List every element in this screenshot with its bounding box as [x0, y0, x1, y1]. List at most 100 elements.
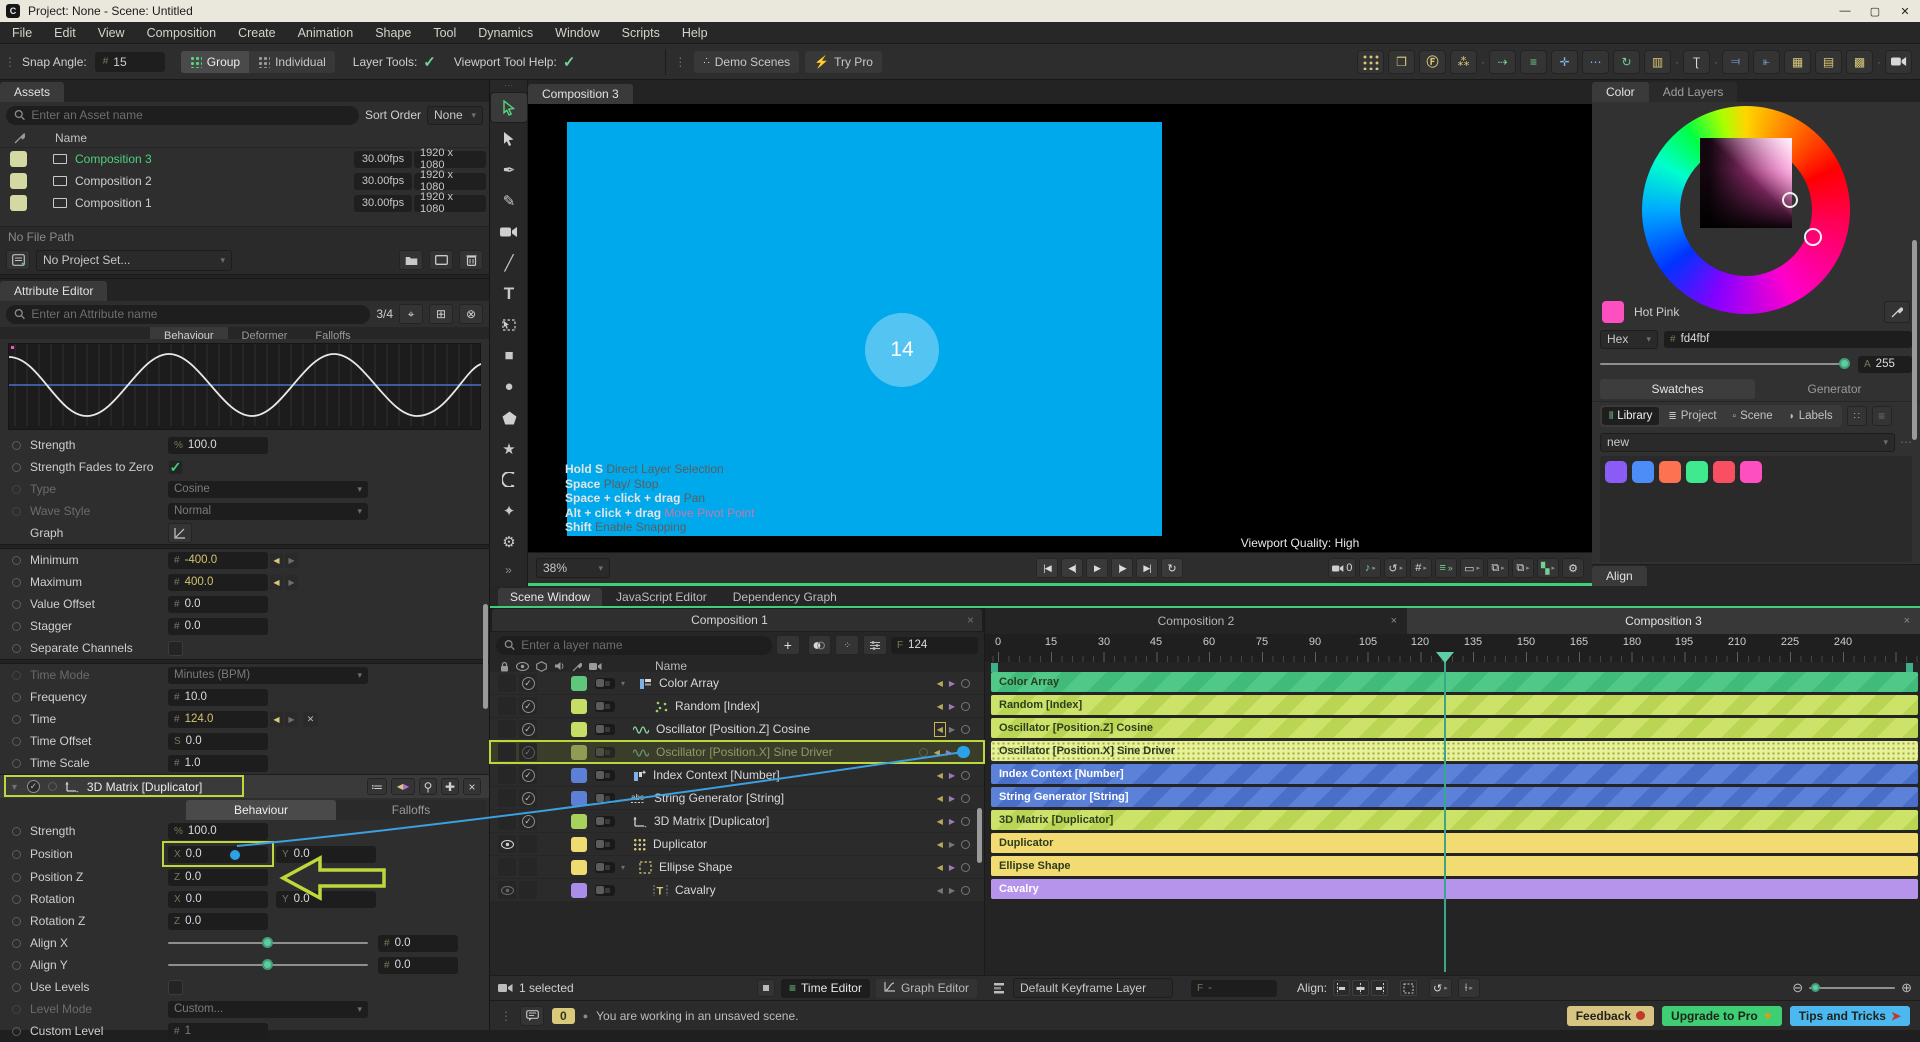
- asset-color-swatch[interactable]: [10, 195, 27, 211]
- layer-tools-checkbox[interactable]: ✓: [423, 53, 436, 71]
- snap-angle-field[interactable]: # 15: [94, 51, 165, 72]
- asset-search-input[interactable]: [6, 105, 359, 125]
- sort-order-select[interactable]: None ▾: [427, 105, 483, 125]
- swatch-red[interactable]: [1713, 461, 1735, 483]
- swatch-group-select[interactable]: new ▾: [1600, 432, 1895, 452]
- arc-tool[interactable]: [490, 464, 528, 495]
- polygon-tool[interactable]: [490, 402, 528, 433]
- matrix-strength-field[interactable]: % 100.0: [168, 822, 268, 840]
- direct-select-tool[interactable]: [490, 123, 528, 154]
- work-area-end-marker[interactable]: [1906, 663, 1913, 672]
- menu-help[interactable]: Help: [682, 26, 708, 40]
- close-button[interactable]: ✕: [1890, 0, 1920, 22]
- clear-search-icon[interactable]: ⊗: [459, 304, 483, 324]
- align-bars-icon[interactable]: ≡: [1520, 49, 1547, 74]
- layer-color-swatch[interactable]: [571, 767, 587, 783]
- stagger-right-icon[interactable]: ⫦: [1753, 49, 1780, 74]
- alpha-slider[interactable]: [1600, 358, 1850, 369]
- time-scale-field[interactable]: #1.0: [168, 754, 268, 772]
- timeline-bar-index-context[interactable]: Index Context [Number]: [991, 764, 1918, 784]
- use-levels-checkbox[interactable]: [168, 979, 183, 995]
- swatch-purple[interactable]: [1605, 461, 1627, 483]
- align-x-slider[interactable]: [168, 937, 368, 948]
- keyframe-arrows-icon[interactable]: ◀ ▶: [391, 778, 415, 795]
- asset-row[interactable]: Composition 1 30.00fps 1920 x 1080: [0, 191, 489, 215]
- grid-layout-icon[interactable]: ▩: [1846, 49, 1873, 74]
- assets-tab[interactable]: Assets: [0, 82, 65, 102]
- keyframe-prev-icon[interactable]: ◀: [270, 552, 283, 568]
- layer-camera-toggle[interactable]: [595, 746, 615, 758]
- menu-animation[interactable]: Animation: [298, 26, 354, 40]
- clear-connection-icon[interactable]: ✕: [303, 711, 318, 727]
- layer-search-input[interactable]: [496, 635, 772, 655]
- motion-path-icon[interactable]: ↺ ▸: [1384, 558, 1408, 578]
- fades-checkbox[interactable]: ✓: [168, 459, 183, 475]
- playhead-handle[interactable]: [1436, 652, 1454, 663]
- attribute-search-input[interactable]: [6, 304, 371, 324]
- timeline-bar-random[interactable]: Random [Index]: [991, 695, 1918, 715]
- layer-row-ellipse-shape[interactable]: ▾ Ellipse Shape ◀ ▶: [490, 856, 984, 878]
- trash-icon[interactable]: [459, 250, 483, 270]
- enabled-check-icon[interactable]: ✓: [26, 780, 40, 793]
- hue-indicator[interactable]: [1804, 228, 1822, 246]
- timeline-bar-oscillator-x-selected[interactable]: Oscillator [Position.X] Sine Driver: [989, 739, 1920, 763]
- type-select[interactable]: Cosine ▾: [168, 480, 368, 498]
- line-tool[interactable]: ╱: [490, 247, 528, 278]
- asset-name[interactable]: Composition 2: [75, 174, 152, 188]
- javascript-editor-tab[interactable]: JavaScript Editor: [604, 588, 719, 606]
- stack-view-icon[interactable]: ⧉ ▸: [1487, 558, 1509, 578]
- timeline-bar-cavalry[interactable]: Cavalry: [991, 879, 1918, 899]
- asset-row[interactable]: Composition 3 30.00fps 1920 x 1080: [0, 147, 489, 171]
- connection-dot[interactable]: [230, 849, 240, 860]
- close-section-icon[interactable]: ×: [463, 778, 481, 795]
- zoom-out-icon[interactable]: ⊖: [1792, 980, 1803, 996]
- emitter-tool[interactable]: ✦: [490, 495, 528, 526]
- grid-overlay-icon[interactable]: # ▸: [1410, 558, 1433, 578]
- stagger-field[interactable]: #0.0: [168, 617, 268, 635]
- project-set-icon[interactable]: [6, 250, 30, 270]
- render-camera-icon[interactable]: 0: [1328, 558, 1357, 578]
- duplicator-tool-icon[interactable]: [1357, 49, 1384, 74]
- viewport-zoom-select[interactable]: 38% ▾: [536, 558, 610, 578]
- camera-filter-icon[interactable]: [498, 983, 513, 993]
- layer-row-oscillator-z[interactable]: ✓ Oscillator [Position.Z] Cosine ◀ ▶: [490, 718, 984, 740]
- connection-dot-target[interactable]: [958, 746, 970, 758]
- layer-camera-toggle[interactable]: [595, 884, 615, 896]
- text-tool[interactable]: T: [490, 278, 528, 309]
- color-wheel-area[interactable]: [1592, 102, 1920, 314]
- play-button[interactable]: ▶: [1086, 558, 1108, 578]
- rows-layout-icon[interactable]: ▤: [1815, 49, 1842, 74]
- pencil-tool[interactable]: ✎: [490, 185, 528, 216]
- expand-chevron-icon[interactable]: ▾: [621, 679, 625, 688]
- eyedropper-button[interactable]: [1884, 301, 1910, 323]
- matrix-tab-falloffs[interactable]: Falloffs: [336, 800, 486, 820]
- layer-camera-toggle[interactable]: [595, 861, 615, 873]
- asset-color-swatch[interactable]: [10, 151, 27, 167]
- peek-tab-falloffs[interactable]: Falloffs: [301, 327, 364, 339]
- boxed-keyframe-arrow[interactable]: ◀: [933, 721, 946, 737]
- add-attribute-icon[interactable]: ⊞: [429, 304, 453, 324]
- dependency-graph-tab[interactable]: Dependency Graph: [721, 588, 849, 606]
- ellipsis-dots-icon[interactable]: ⋯: [1582, 49, 1609, 74]
- close-tab-icon[interactable]: ×: [1391, 615, 1397, 627]
- maximum-field[interactable]: #400.0: [168, 573, 268, 591]
- layer-color-swatch[interactable]: [571, 675, 587, 691]
- new-composition-icon[interactable]: [429, 250, 453, 270]
- expand-chevron-icon[interactable]: ▾: [621, 863, 625, 872]
- graph-editor-button[interactable]: Graph Editor: [875, 978, 977, 998]
- peek-tab-deformer[interactable]: Deformer: [228, 327, 302, 339]
- time-mode-select[interactable]: Minutes (BPM) ▾: [168, 666, 368, 684]
- layer-color-swatch[interactable]: [571, 836, 587, 852]
- saturation-value-square[interactable]: [1700, 138, 1792, 228]
- menu-dynamics[interactable]: Dynamics: [478, 26, 533, 40]
- connect-arrow-icon[interactable]: ⇢: [1489, 49, 1516, 74]
- color-tab[interactable]: Color: [1592, 82, 1649, 102]
- alpha-field[interactable]: A 255: [1858, 355, 1912, 373]
- menu-tool[interactable]: Tool: [433, 26, 456, 40]
- keyframe-layer-select[interactable]: Default Keyframe Layer: [1013, 978, 1173, 998]
- behaviour-stack-icon[interactable]: ≔: [367, 778, 387, 795]
- swatch-group-menu-icon[interactable]: ⋯: [1900, 435, 1912, 449]
- layer-camera-toggle[interactable]: [595, 769, 615, 781]
- hex-field[interactable]: # fd4fbf: [1664, 330, 1912, 348]
- filter-shapes-icon[interactable]: [807, 635, 832, 655]
